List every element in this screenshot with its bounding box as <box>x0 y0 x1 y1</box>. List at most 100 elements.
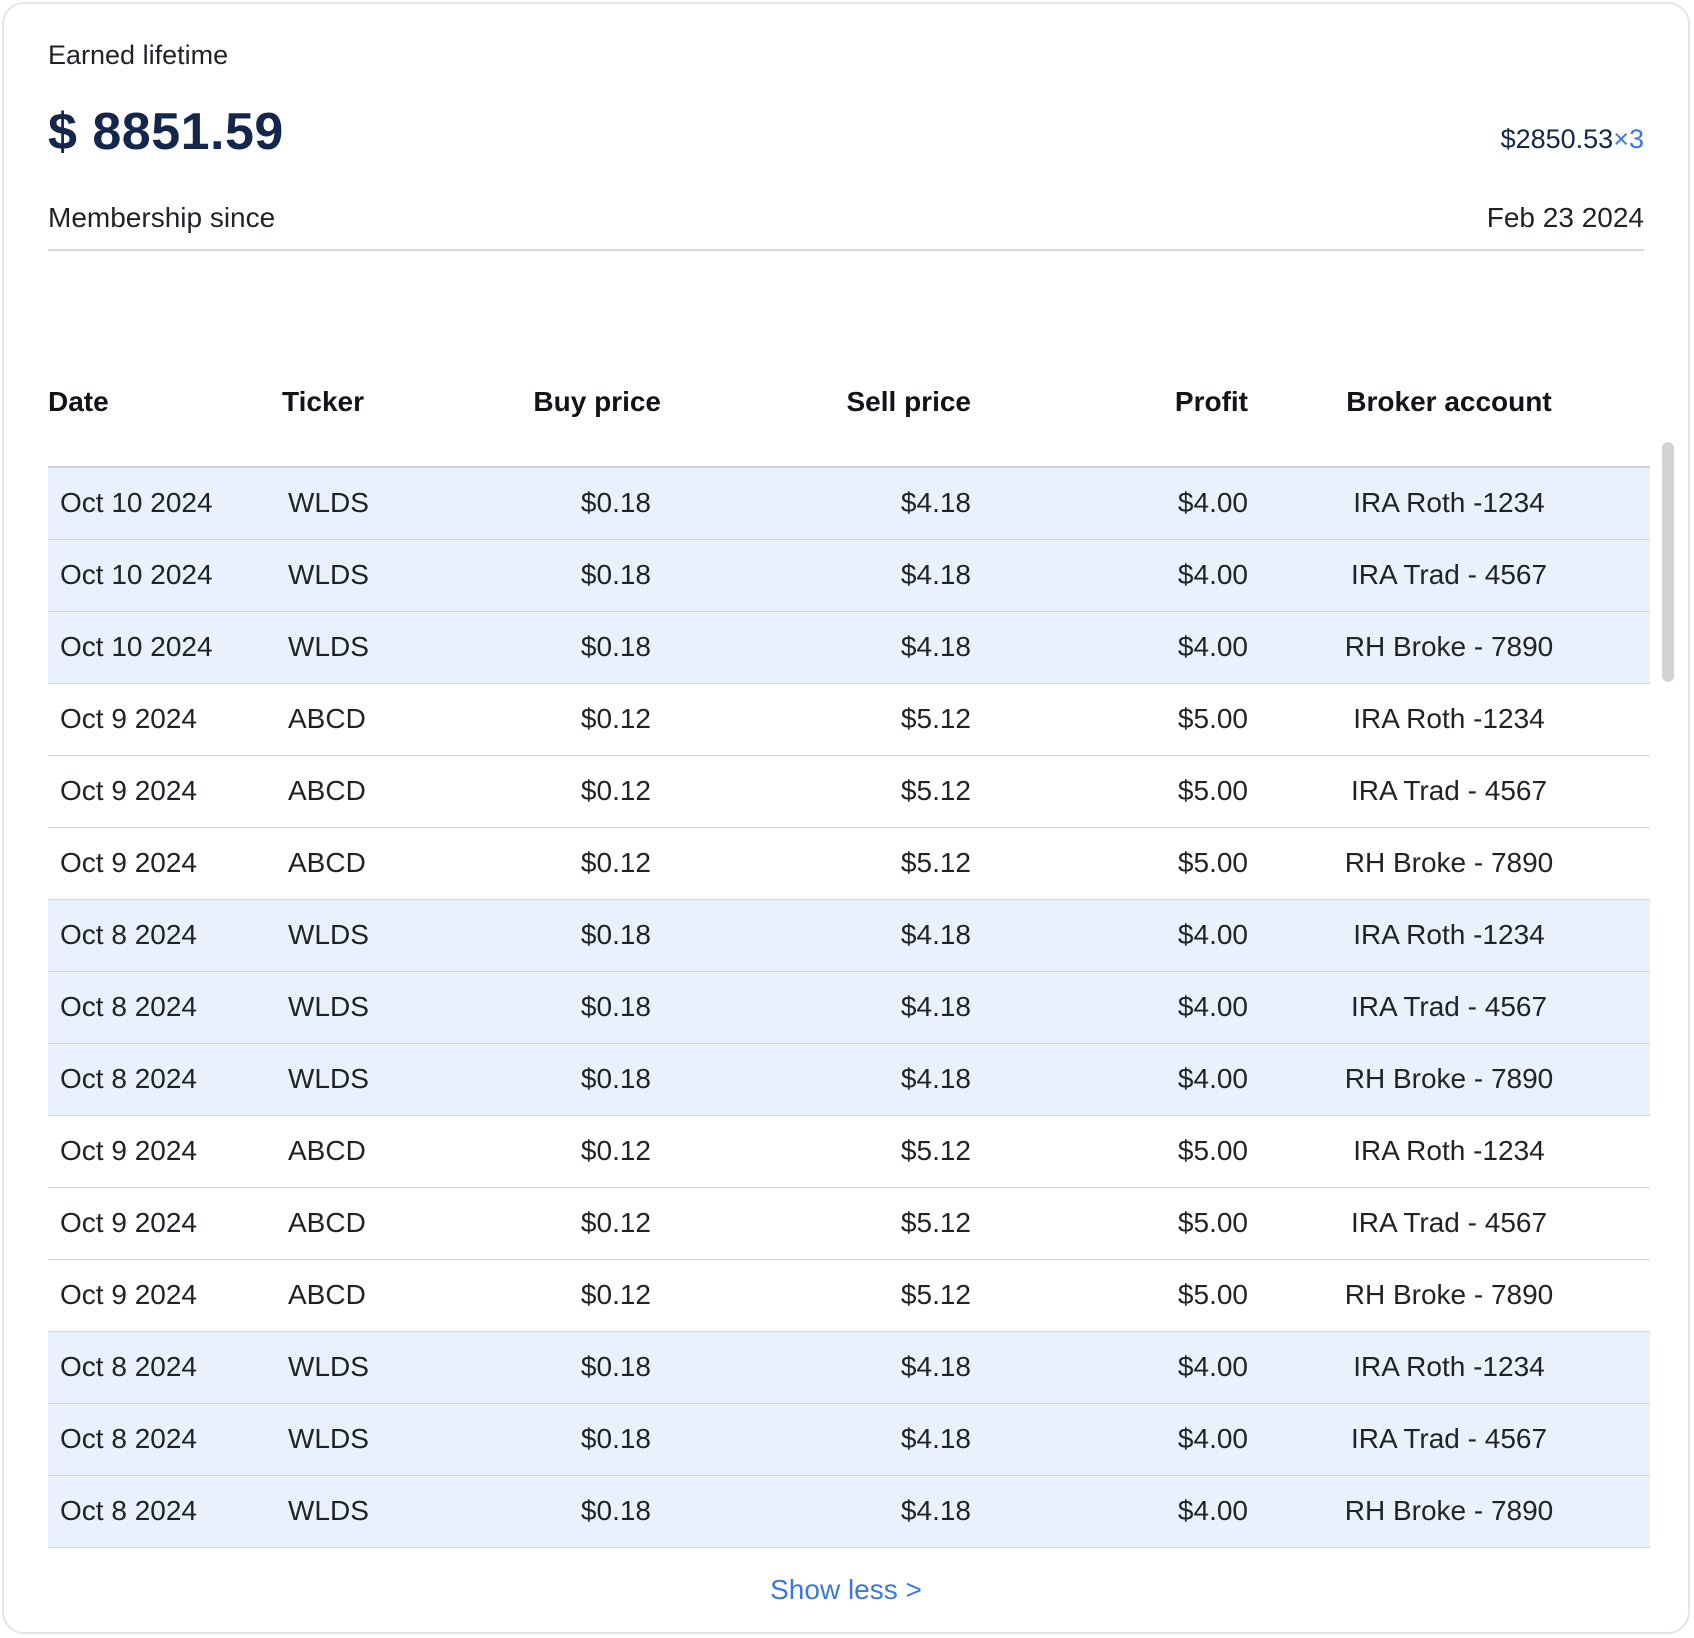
cell-ticker: ABCD <box>282 1115 438 1188</box>
cell-buy-price: $0.18 <box>438 971 688 1044</box>
earned-lifetime-amount: $ 8851.59 <box>48 103 284 161</box>
cell-ticker: ABCD <box>282 755 438 828</box>
cell-profit: $4.00 <box>998 467 1248 540</box>
cell-buy-price: $0.18 <box>438 1475 688 1548</box>
multiplier-summary: $2850.53×3 <box>1501 124 1644 155</box>
trades-table: Date Ticker Buy price Sell price Profit … <box>48 364 1650 1548</box>
cell-sell-price: $4.18 <box>688 467 998 540</box>
table-header-row: Date Ticker Buy price Sell price Profit … <box>48 364 1650 468</box>
table-row[interactable]: Oct 9 2024 ABCD $0.12 $5.12 $5.00 RH Broke - … <box>48 827 1650 900</box>
column-header-date: Date <box>48 364 282 468</box>
cell-ticker: ABCD <box>282 1259 438 1332</box>
table-row[interactable]: Oct 9 2024 ABCD $0.12 $5.12 $5.00 IRA Trad - … <box>48 755 1650 828</box>
cell-date: Oct 10 2024 <box>48 611 282 684</box>
table-row[interactable]: Oct 9 2024 ABCD $0.12 $5.12 $5.00 IRA Roth -1… <box>48 683 1650 756</box>
cell-sell-price: $4.18 <box>688 539 998 612</box>
cell-ticker: ABCD <box>282 827 438 900</box>
cell-broker-account: RH Broke - 7890 <box>1248 1475 1650 1548</box>
cell-sell-price: $5.12 <box>688 755 998 828</box>
cell-date: Oct 8 2024 <box>48 1475 282 1548</box>
table-scrollbar-thumb[interactable] <box>1662 442 1674 682</box>
table-row[interactable]: Oct 9 2024 ABCD $0.12 $5.12 $5.00 IRA Roth -1… <box>48 1115 1650 1188</box>
cell-ticker: WLDS <box>282 1331 438 1404</box>
cell-profit: $4.00 <box>998 611 1248 684</box>
cell-profit: $5.00 <box>998 827 1248 900</box>
column-header-buy-price: Buy price <box>438 364 688 468</box>
cell-date: Oct 8 2024 <box>48 1403 282 1476</box>
cell-buy-price: $0.12 <box>438 827 688 900</box>
cell-broker-account: IRA Roth -1234 <box>1248 467 1650 540</box>
cell-profit: $5.00 <box>998 755 1248 828</box>
table-row[interactable]: Oct 8 2024 WLDS $0.18 $4.18 $4.00 IRA Trad - … <box>48 971 1650 1044</box>
cell-profit: $4.00 <box>998 899 1248 972</box>
cell-sell-price: $4.18 <box>688 899 998 972</box>
cell-broker-account: RH Broke - 7890 <box>1248 1043 1650 1116</box>
cell-date: Oct 9 2024 <box>48 755 282 828</box>
cell-profit: $4.00 <box>998 1403 1248 1476</box>
cell-buy-price: $0.18 <box>438 1403 688 1476</box>
cell-buy-price: $0.12 <box>438 1259 688 1332</box>
cell-ticker: ABCD <box>282 683 438 756</box>
show-less-link[interactable]: Show less > <box>4 1574 1688 1606</box>
cell-sell-price: $4.18 <box>688 971 998 1044</box>
cell-buy-price: $0.12 <box>438 1187 688 1260</box>
cell-sell-price: $5.12 <box>688 1259 998 1332</box>
cell-date: Oct 9 2024 <box>48 1187 282 1260</box>
table-row[interactable]: Oct 8 2024 WLDS $0.18 $4.18 $4.00 RH Broke - … <box>48 1475 1650 1548</box>
cell-broker-account: IRA Roth -1234 <box>1248 1115 1650 1188</box>
table-row[interactable]: Oct 10 2024 WLDS $0.18 $4.18 $4.00 IRA Trad -… <box>48 539 1650 612</box>
earnings-card: Earned lifetime $ 8851.59 $2850.53×3 Mem… <box>2 2 1690 1634</box>
cell-broker-account: IRA Roth -1234 <box>1248 1331 1650 1404</box>
cell-ticker: WLDS <box>282 467 438 540</box>
cell-broker-account: IRA Trad - 4567 <box>1248 1403 1650 1476</box>
cell-date: Oct 8 2024 <box>48 1043 282 1116</box>
cell-ticker: WLDS <box>282 1043 438 1116</box>
cell-date: Oct 9 2024 <box>48 827 282 900</box>
cell-date: Oct 8 2024 <box>48 971 282 1044</box>
cell-profit: $4.00 <box>998 971 1248 1044</box>
cell-profit: $4.00 <box>998 539 1248 612</box>
column-header-sell-price: Sell price <box>688 364 998 468</box>
cell-buy-price: $0.18 <box>438 611 688 684</box>
column-header-profit: Profit <box>998 364 1248 468</box>
table-row[interactable]: Oct 8 2024 WLDS $0.18 $4.18 $4.00 IRA Roth -1… <box>48 1331 1650 1404</box>
membership-since-label: Membership since <box>48 202 276 233</box>
cell-broker-account: IRA Trad - 4567 <box>1248 1187 1650 1260</box>
summary-divider <box>48 249 1644 251</box>
cell-date: Oct 10 2024 <box>48 467 282 540</box>
earned-lifetime-label: Earned lifetime <box>48 40 229 70</box>
cell-sell-price: $4.18 <box>688 1475 998 1548</box>
column-header-broker-account: Broker account <box>1248 364 1650 468</box>
cell-sell-price: $5.12 <box>688 1115 998 1188</box>
cell-profit: $5.00 <box>998 1115 1248 1188</box>
cell-profit: $5.00 <box>998 1259 1248 1332</box>
cell-date: Oct 8 2024 <box>48 1331 282 1404</box>
cell-buy-price: $0.12 <box>438 755 688 828</box>
table-row[interactable]: Oct 10 2024 WLDS $0.18 $4.18 $4.00 IRA Roth -… <box>48 467 1650 540</box>
table-row[interactable]: Oct 9 2024 ABCD $0.12 $5.12 $5.00 IRA Trad - … <box>48 1187 1650 1260</box>
cell-sell-price: $4.18 <box>688 1043 998 1116</box>
table-row[interactable]: Oct 10 2024 WLDS $0.18 $4.18 $4.00 RH Broke -… <box>48 611 1650 684</box>
table-row[interactable]: Oct 8 2024 WLDS $0.18 $4.18 $4.00 IRA Roth -1… <box>48 899 1650 972</box>
cell-date: Oct 10 2024 <box>48 539 282 612</box>
cell-profit: $5.00 <box>998 683 1248 756</box>
cell-buy-price: $0.12 <box>438 1115 688 1188</box>
cell-buy-price: $0.18 <box>438 1331 688 1404</box>
cell-profit: $4.00 <box>998 1475 1248 1548</box>
cell-broker-account: RH Broke - 7890 <box>1248 827 1650 900</box>
cell-buy-price: $0.12 <box>438 683 688 756</box>
cell-buy-price: $0.18 <box>438 1043 688 1116</box>
cell-date: Oct 9 2024 <box>48 1115 282 1188</box>
table-row[interactable]: Oct 9 2024 ABCD $0.12 $5.12 $5.00 RH Broke - … <box>48 1259 1650 1332</box>
cell-ticker: ABCD <box>282 1187 438 1260</box>
cell-broker-account: IRA Roth -1234 <box>1248 899 1650 972</box>
cell-broker-account: RH Broke - 7890 <box>1248 1259 1650 1332</box>
table-row[interactable]: Oct 8 2024 WLDS $0.18 $4.18 $4.00 IRA Trad - … <box>48 1403 1650 1476</box>
table-row[interactable]: Oct 8 2024 WLDS $0.18 $4.18 $4.00 RH Broke - … <box>48 1043 1650 1116</box>
cell-ticker: WLDS <box>282 539 438 612</box>
cell-date: Oct 9 2024 <box>48 1259 282 1332</box>
cell-profit: $4.00 <box>998 1043 1248 1116</box>
cell-sell-price: $4.18 <box>688 1331 998 1404</box>
cell-ticker: WLDS <box>282 1475 438 1548</box>
cell-profit: $4.00 <box>998 1331 1248 1404</box>
